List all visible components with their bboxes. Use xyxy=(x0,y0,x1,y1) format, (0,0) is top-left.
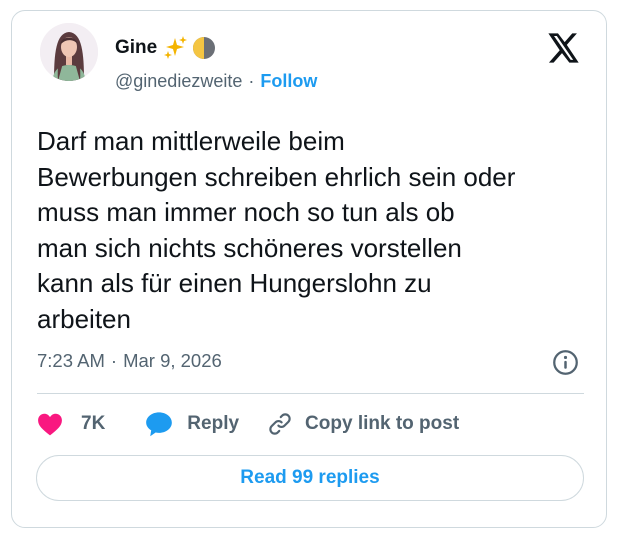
like-button[interactable]: 7K xyxy=(37,412,105,436)
link-icon xyxy=(269,413,291,435)
copy-link-label: Copy link to post xyxy=(305,413,460,434)
action-bar: 7K Reply Copy link to post xyxy=(37,406,459,442)
author-handle-row: @ginediezweite · Follow xyxy=(115,71,317,92)
author-handle[interactable]: @ginediezweite xyxy=(115,71,242,91)
timestamp-separator: · xyxy=(110,350,118,371)
tweet-timestamp[interactable]: 7:23 AM · Mar 9, 2026 xyxy=(37,350,222,372)
heart-icon xyxy=(38,413,62,436)
follow-link[interactable]: Follow xyxy=(260,71,317,91)
tweet-time: 7:23 AM xyxy=(37,350,105,371)
reply-label: Reply xyxy=(187,413,240,434)
tweet-text: Darf man mittlerweile beim Bewerbungen s… xyxy=(37,124,597,337)
read-replies-button[interactable]: Read 99 replies xyxy=(36,455,584,501)
tweet-text-line: Darf man mittlerweile beim xyxy=(37,126,345,156)
author-name-row: Gine xyxy=(115,36,216,60)
half-moon-emoji xyxy=(193,37,216,59)
author-display-name[interactable]: Gine xyxy=(115,37,157,59)
tweet-text-line: Bewerbungen schreiben ehrlich sein oder xyxy=(37,161,516,192)
divider xyxy=(37,393,584,394)
info-icon[interactable] xyxy=(552,349,579,376)
reply-button[interactable]: Reply xyxy=(145,411,239,437)
author-avatar[interactable] xyxy=(40,23,98,81)
copy-link-button[interactable]: Copy link to post xyxy=(267,411,459,437)
name-emojis xyxy=(163,36,216,60)
x-logo-icon[interactable] xyxy=(548,33,580,63)
tweet-text-line: arbeiten xyxy=(37,303,131,334)
read-replies-label: Read 99 replies xyxy=(240,467,380,488)
tweet-text-line: man sich nichts schöneres vorstellen xyxy=(37,232,462,263)
tweet-date: Mar 9, 2026 xyxy=(123,350,222,371)
tweet-text-line: kann als für einen Hungerslohn zu xyxy=(37,268,432,298)
tweet-text-line: muss man immer noch so tun als ob xyxy=(37,197,455,227)
handle-separator: · xyxy=(248,71,255,91)
like-count: 7K xyxy=(81,413,106,434)
sparkles-emoji xyxy=(164,36,188,59)
reply-bubble-icon xyxy=(146,412,173,437)
